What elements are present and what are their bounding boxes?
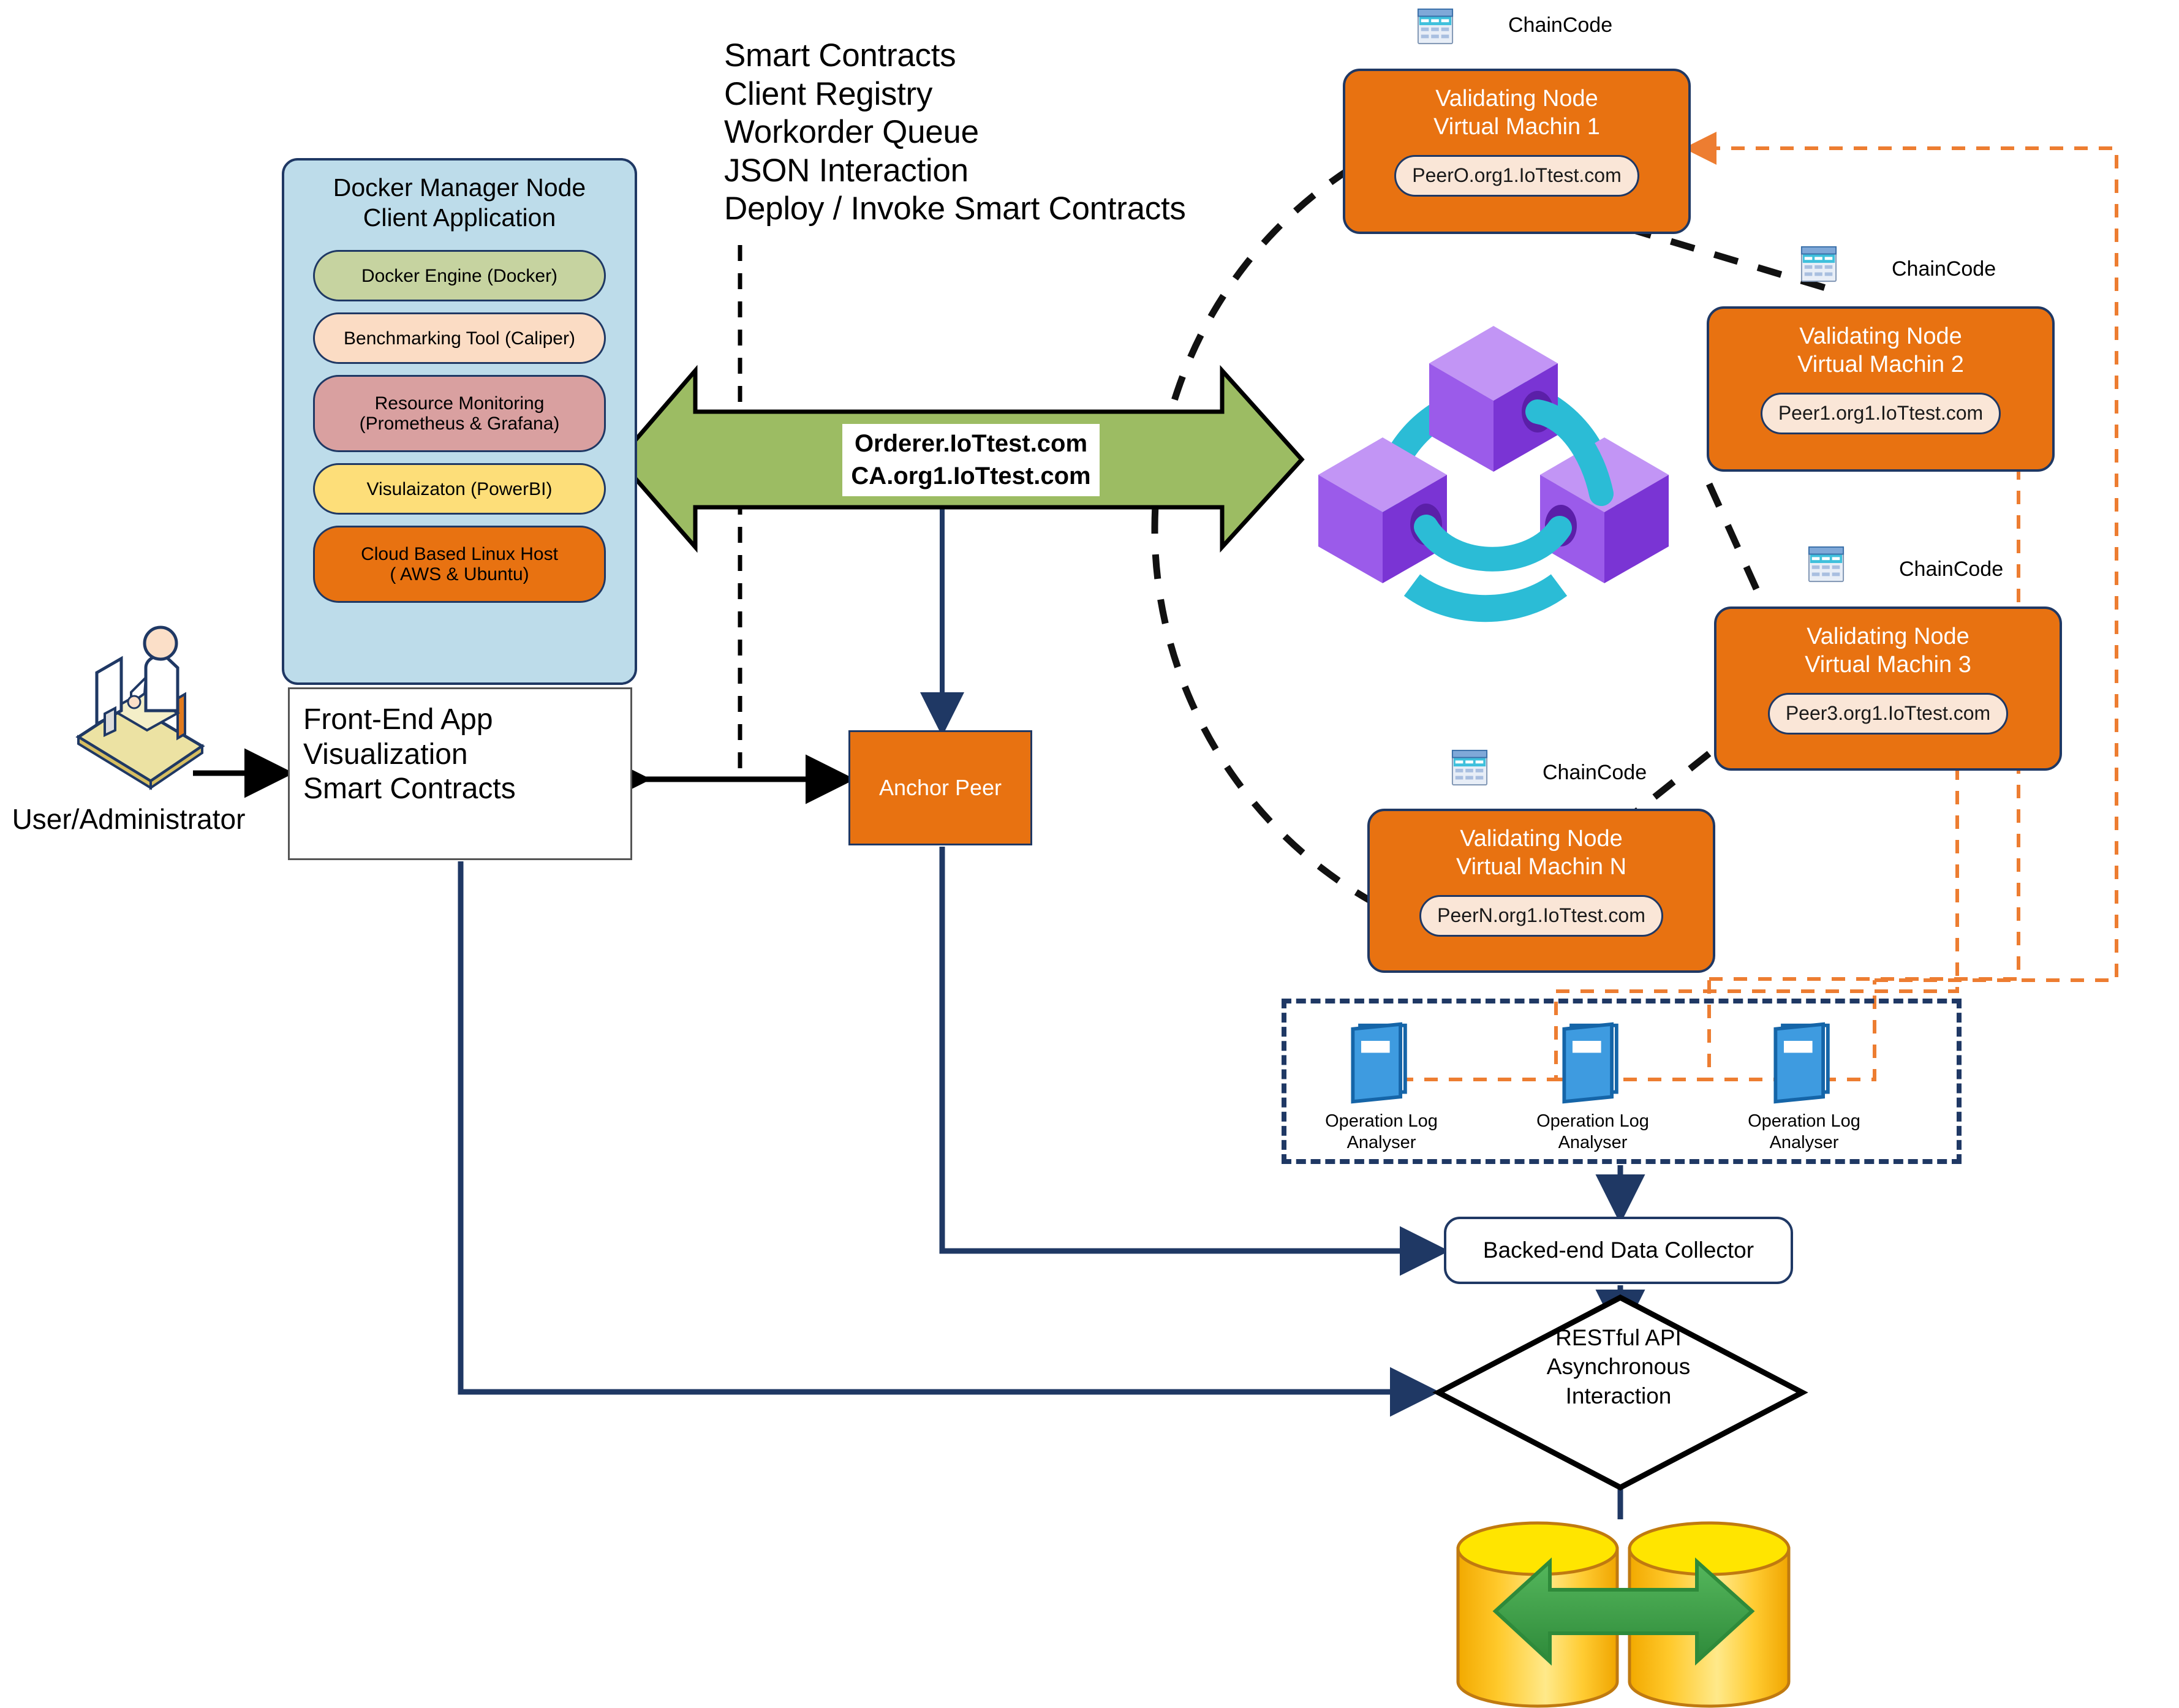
operation-log-analyser-2[interactable]: Operation Log Analyser (1535, 1021, 1651, 1154)
backend-data-collector-box[interactable]: Backed-end Data Collector (1444, 1217, 1793, 1284)
operation-log-analyser-group: Operation Log Analyser Operation Log Ana… (1282, 999, 1962, 1164)
chaincode-label-2: ChainCode (1892, 257, 1996, 281)
peer-badge: Peer3.org1.IoTtest.com (1767, 692, 2009, 735)
frontend-line: Visualization (303, 738, 468, 771)
peer-badge: PeerO.org1.IoTtest.com (1394, 154, 1639, 197)
blockchain-cubes-icon (1318, 326, 1669, 622)
layer-label: Benchmarking Tool (Caliper) (344, 328, 575, 349)
validating-node-3[interactable]: Validating Node Virtual Machin 3 Peer3.o… (1714, 606, 2062, 771)
docker-manager-panel: Docker Manager Node Client Application D… (282, 158, 637, 685)
restapi-label: RESTful API Asynchronous Interaction (1546, 1325, 1691, 1408)
peer-badge: PeerN.org1.IoTtest.com (1419, 894, 1663, 937)
feature-item: Smart Contracts (724, 37, 956, 74)
layer-label: Cloud Based Linux Host ( AWS & Ubuntu) (361, 543, 558, 585)
ola-label: Operation Log Analyser (1325, 1111, 1438, 1152)
book-icon (1351, 1022, 1407, 1104)
layer-label: Docker Engine (Docker) (361, 265, 558, 286)
validating-node-title: Validating Node Virtual Machin 3 (1805, 624, 1971, 678)
book-icon (1562, 1022, 1618, 1104)
orderer-line1: Orderer.IoTtest.com (854, 430, 1088, 457)
docker-panel-title: Docker Manager Node Client Application (333, 173, 586, 232)
user-at-computer-icon (75, 625, 205, 790)
anchor-peer-box[interactable]: Anchor Peer (848, 730, 1032, 845)
feature-item: Workorder Queue (724, 114, 979, 151)
validating-node-title: Validating Node Virtual Machin N (1456, 826, 1627, 880)
validating-node-n[interactable]: Validating Node Virtual Machin N PeerN.o… (1367, 809, 1715, 973)
feature-item: Client Registry (724, 75, 933, 112)
layer-label: Visulaizaton (PowerBI) (366, 478, 553, 499)
layer-cloud-linux-host[interactable]: Cloud Based Linux Host ( AWS & Ubuntu) (313, 526, 606, 603)
chaincode-icon (1808, 546, 1845, 583)
ola-label: Operation Log Analyser (1748, 1111, 1860, 1152)
peer-badge: Peer1.org1.IoTtest.com (1760, 392, 2001, 434)
orderer-line2: CA.org1.IoTtest.com (851, 462, 1091, 489)
peer-ring-dashed (1151, 165, 1827, 905)
diagram-canvas: Smart Contracts Client Registry Workorde… (0, 0, 2179, 1708)
ola-label: Operation Log Analyser (1536, 1111, 1649, 1152)
orderer-ca-label: Orderer.IoTtest.com CA.org1.IoTtest.com (842, 424, 1100, 496)
backend-collector-label: Backed-end Data Collector (1482, 1238, 1754, 1263)
validating-node-title: Validating Node Virtual Machin 2 (1797, 323, 1964, 378)
operation-log-analyser-1[interactable]: Operation Log Analyser (1323, 1021, 1440, 1154)
layer-benchmarking-tool[interactable]: Benchmarking Tool (Caliper) (313, 312, 606, 365)
validating-node-2[interactable]: Validating Node Virtual Machin 2 Peer1.o… (1707, 306, 2055, 472)
validating-node-1[interactable]: Validating Node Virtual Machin 1 PeerO.o… (1343, 69, 1691, 234)
user-administrator-label: User/Administrator (12, 803, 246, 835)
book-icon (1773, 1022, 1830, 1104)
chaincode-label-3: ChainCode (1899, 557, 2004, 581)
feature-item: JSON Interaction (724, 152, 969, 189)
chaincode-icon (1451, 749, 1488, 786)
feature-list: Smart Contracts Client Registry Workorde… (724, 37, 1186, 229)
chaincode-label-n: ChainCode (1543, 761, 1647, 784)
frontend-line: Front-End App (303, 703, 493, 736)
anchor-peer-label: Anchor Peer (878, 775, 1002, 800)
chaincode-icon (1417, 8, 1454, 45)
frontend-app-box[interactable]: Front-End App Visualization Smart Contra… (288, 687, 632, 860)
feature-item: Deploy / Invoke Smart Contracts (724, 191, 1186, 227)
validating-node-title: Validating Node Virtual Machin 1 (1433, 86, 1600, 140)
chaincode-icon (1800, 246, 1837, 282)
chaincode-label-1: ChainCode (1508, 13, 1613, 37)
layer-resource-monitoring[interactable]: Resource Monitoring (Prometheus & Grafan… (313, 375, 606, 453)
frontend-line: Smart Contracts (303, 773, 516, 806)
operation-log-analyser-3[interactable]: Operation Log Analyser (1746, 1021, 1862, 1154)
layer-label: Resource Monitoring (Prometheus & Grafan… (359, 393, 560, 434)
database-cylinders-shape (1456, 1521, 1791, 1708)
layer-docker-engine[interactable]: Docker Engine (Docker) (313, 250, 606, 302)
layer-visualization[interactable]: Visulaizaton (PowerBI) (313, 463, 606, 515)
